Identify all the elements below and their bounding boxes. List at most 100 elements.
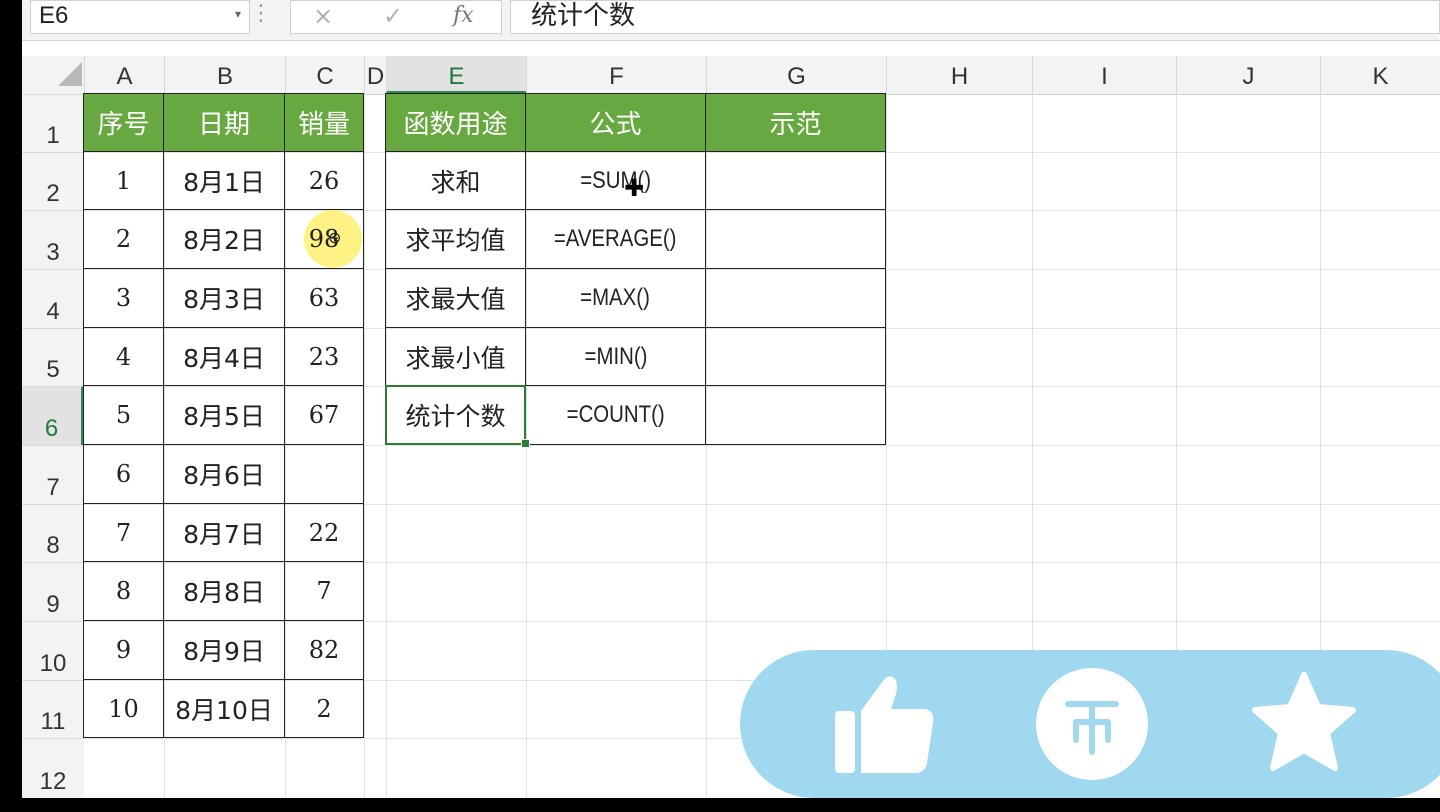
- function-header-cell[interactable]: 公式: [525, 93, 706, 152]
- action-overlay: [740, 650, 1440, 798]
- demo-cell[interactable]: [705, 385, 886, 445]
- sales-cell[interactable]: 8月10日: [163, 679, 285, 738]
- cell-text: =MIN(): [584, 342, 647, 370]
- purpose-cell[interactable]: 求最小值: [385, 327, 526, 386]
- star-icon[interactable]: [1246, 666, 1362, 782]
- row-number: 6: [44, 415, 59, 442]
- purpose-cell[interactable]: 统计个数: [385, 385, 526, 445]
- purpose-cell[interactable]: 求和: [385, 151, 526, 210]
- pointer-cursor-icon: ⊕: [328, 228, 342, 247]
- drag-handle-icon[interactable]: ⋮: [250, 0, 272, 28]
- row-number: 10: [39, 650, 67, 677]
- sales-cell[interactable]: 8月4日: [163, 327, 285, 386]
- formula-content: 统计个数: [531, 1, 636, 31]
- name-box[interactable]: E6 ▾: [30, 0, 250, 34]
- column-header-j[interactable]: J: [1176, 56, 1320, 94]
- select-all-corner[interactable]: [22, 56, 84, 94]
- thumbs-up-icon[interactable]: [820, 664, 944, 784]
- sales-cell[interactable]: 8月9日: [163, 620, 285, 680]
- row-header-3[interactable]: 3: [22, 210, 84, 269]
- row-header-4[interactable]: 4: [22, 269, 84, 328]
- column-header-e[interactable]: E: [386, 56, 526, 94]
- sales-cell[interactable]: 8月1日: [163, 151, 285, 210]
- sales-cell[interactable]: 7: [284, 561, 364, 621]
- sales-cell[interactable]: 10: [83, 679, 164, 738]
- row-header-7[interactable]: 7: [22, 445, 84, 504]
- purpose-cell[interactable]: 求最大值: [385, 268, 526, 328]
- formula-input[interactable]: 统计个数: [510, 0, 1440, 34]
- column-header-b[interactable]: B: [164, 56, 285, 94]
- column-header-k[interactable]: K: [1320, 56, 1440, 94]
- column-header-i[interactable]: I: [1032, 56, 1176, 94]
- row-number: 2: [46, 180, 60, 207]
- sales-cell[interactable]: 7: [83, 503, 164, 562]
- purpose-cell[interactable]: 求平均值: [385, 209, 526, 269]
- sales-cell[interactable]: 2: [83, 209, 164, 269]
- sales-cell[interactable]: 67: [284, 385, 364, 445]
- column-header-g[interactable]: G: [706, 56, 886, 94]
- row-header-2[interactable]: 2: [22, 152, 84, 210]
- row-number: 8: [46, 532, 60, 559]
- row-header-10[interactable]: 10: [22, 621, 84, 680]
- sales-cell[interactable]: 1: [83, 151, 164, 210]
- sales-cell[interactable]: 8: [83, 561, 164, 621]
- sales-cell[interactable]: [284, 444, 364, 504]
- row-header-12[interactable]: 12: [22, 738, 84, 798]
- sales-cell[interactable]: 8月7日: [163, 503, 285, 562]
- row-header-9[interactable]: 9: [22, 562, 84, 621]
- sales-cell[interactable]: 22: [284, 503, 364, 562]
- formula-cell[interactable]: =MAX(): [525, 268, 706, 328]
- function-header-cell[interactable]: 函数用途: [385, 93, 526, 152]
- sales-cell[interactable]: 82: [284, 620, 364, 680]
- column-header-a[interactable]: A: [84, 56, 164, 94]
- sales-cell[interactable]: 3: [83, 268, 164, 328]
- formula-bar: E6 ▾ ⋮ × ✓ fx 统计个数: [22, 0, 1440, 41]
- cancel-icon[interactable]: ×: [313, 1, 333, 31]
- sales-cell[interactable]: 8月6日: [163, 444, 285, 504]
- formula-cell[interactable]: =SUM(): [525, 151, 706, 210]
- sales-cell[interactable]: 26: [284, 151, 364, 210]
- demo-cell[interactable]: [705, 209, 886, 269]
- sales-cell[interactable]: 4: [83, 327, 164, 386]
- confirm-icon[interactable]: ✓: [383, 1, 403, 31]
- sales-cell[interactable]: 9: [83, 620, 164, 680]
- row-header-6[interactable]: 6: [22, 386, 84, 445]
- sales-cell[interactable]: 23: [284, 327, 364, 386]
- row-header-5[interactable]: 5: [22, 328, 84, 386]
- left-black-strip: [0, 0, 22, 812]
- sales-header-cell[interactable]: 日期: [163, 93, 285, 152]
- sales-cell[interactable]: 8月3日: [163, 268, 285, 328]
- sales-cell[interactable]: 8月2日: [163, 209, 285, 269]
- formula-cell[interactable]: =AVERAGE(): [525, 209, 706, 269]
- cell-text: 求平均值: [405, 226, 506, 255]
- column-header-c[interactable]: C: [285, 56, 364, 94]
- row-header-11[interactable]: 11: [22, 680, 84, 738]
- formula-cell[interactable]: =MIN(): [525, 327, 706, 386]
- insert-function-icon[interactable]: fx: [453, 1, 474, 31]
- sales-cell[interactable]: 63: [284, 268, 364, 328]
- row-number: 9: [46, 591, 60, 618]
- sales-header-cell[interactable]: 销量: [284, 93, 364, 152]
- sales-cell[interactable]: 6: [83, 444, 164, 504]
- row-number: 7: [46, 474, 60, 501]
- column-header-h[interactable]: H: [886, 56, 1032, 94]
- sales-cell[interactable]: 98: [284, 209, 364, 269]
- sales-cell[interactable]: 5: [83, 385, 164, 445]
- sales-header-cell[interactable]: 序号: [83, 93, 164, 152]
- sales-cell[interactable]: 8月8日: [163, 561, 285, 621]
- formula-cell[interactable]: =COUNT(): [525, 385, 706, 445]
- dropdown-caret-icon[interactable]: ▾: [235, 7, 241, 21]
- demo-cell[interactable]: [705, 268, 886, 328]
- coin-icon[interactable]: [1034, 666, 1150, 782]
- sales-cell[interactable]: 2: [284, 679, 364, 738]
- demo-cell[interactable]: [705, 151, 886, 210]
- row-header-1[interactable]: 1: [22, 94, 84, 152]
- row-header-8[interactable]: 8: [22, 504, 84, 562]
- demo-cell[interactable]: [705, 327, 886, 386]
- gridline: [364, 94, 365, 798]
- function-header-cell[interactable]: 示范: [705, 93, 886, 152]
- sales-cell[interactable]: 8月5日: [163, 385, 285, 445]
- fill-handle[interactable]: [521, 439, 530, 448]
- column-header-d[interactable]: D: [364, 56, 386, 94]
- column-header-f[interactable]: F: [526, 56, 706, 94]
